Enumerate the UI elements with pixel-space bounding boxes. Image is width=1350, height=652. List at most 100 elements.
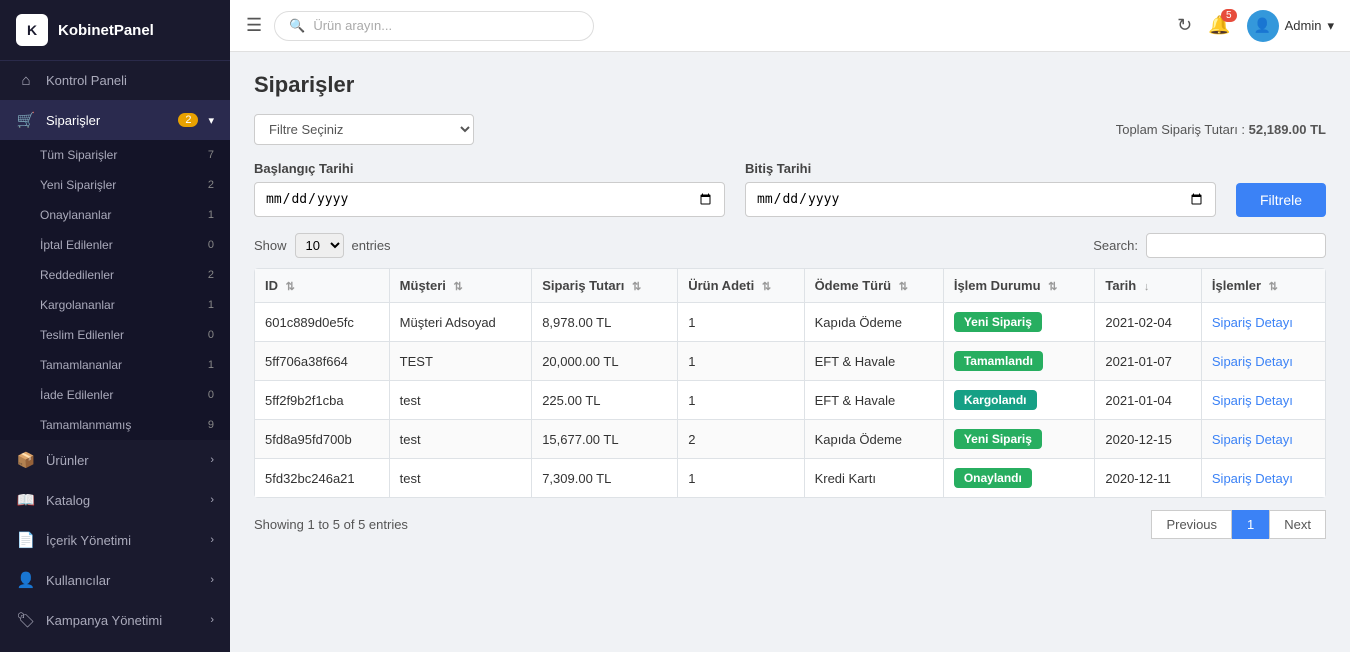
cell-islemler[interactable]: Sipariş Detayı — [1201, 420, 1325, 459]
sub-item-iptal[interactable]: İptal Edilenler 0 — [0, 230, 230, 260]
filter-button[interactable]: Filtrele — [1236, 183, 1326, 217]
cell-tarih: 2021-02-04 — [1095, 303, 1202, 342]
cell-musteri: test — [389, 420, 532, 459]
sub-item-teslim[interactable]: Teslim Edilenler 0 — [0, 320, 230, 350]
detail-link[interactable]: Sipariş Detayı — [1212, 471, 1293, 486]
sub-item-label: Tamamlananlar — [40, 358, 122, 372]
refresh-icon[interactable]: ↻ — [1177, 15, 1192, 36]
sort-icon: ⇅ — [899, 281, 908, 293]
sub-item-yeni[interactable]: Yeni Siparişler 2 — [0, 170, 230, 200]
table-body: 601c889d0e5fc Müşteri Adsoyad 8,978.00 T… — [255, 303, 1326, 498]
sub-item-label: Teslim Edilenler — [40, 328, 124, 342]
chevron-right-icon: › — [210, 574, 214, 586]
col-adet[interactable]: Ürün Adeti ⇅ — [678, 269, 804, 303]
cell-tarih: 2020-12-15 — [1095, 420, 1202, 459]
sub-item-kargolananlar[interactable]: Kargolananlar 1 — [0, 290, 230, 320]
notification-icon[interactable]: 🔔 5 — [1208, 15, 1230, 36]
logo-text: KobinetPanel — [58, 22, 154, 39]
sidebar-item-katalog[interactable]: 📖 Katalog › — [0, 480, 230, 520]
cell-tutar: 225.00 TL — [532, 381, 678, 420]
show-entries: Show 10 25 50 entries — [254, 233, 391, 258]
cell-adet: 1 — [678, 381, 804, 420]
sub-item-onaylananlar[interactable]: Onaylananlar 1 — [0, 200, 230, 230]
previous-button[interactable]: Previous — [1151, 510, 1232, 539]
table-row: 5fd8a95fd700b test 15,677.00 TL 2 Kapıda… — [255, 420, 1326, 459]
col-odeme[interactable]: Ödeme Türü ⇅ — [804, 269, 943, 303]
sub-item-count: 1 — [208, 359, 214, 371]
detail-link[interactable]: Sipariş Detayı — [1212, 354, 1293, 369]
pagination: Previous 1 Next — [1151, 510, 1326, 539]
sidebar-item-kontrol[interactable]: ⌂ Kontrol Paneli — [0, 61, 230, 100]
status-badge: Kargolandı — [954, 390, 1037, 410]
sub-item-tamamlanmamis[interactable]: Tamamlanmamış 9 — [0, 410, 230, 440]
sub-item-reddedilenler[interactable]: Reddedilenler 2 — [0, 260, 230, 290]
sort-icon: ⇅ — [1048, 281, 1057, 293]
col-musteri[interactable]: Müşteri ⇅ — [389, 269, 532, 303]
detail-link[interactable]: Sipariş Detayı — [1212, 432, 1293, 447]
detail-link[interactable]: Sipariş Detayı — [1212, 315, 1293, 330]
date-row: Başlangıç Tarihi Bitiş Tarihi Filtrele — [254, 161, 1326, 217]
cell-odeme: Kapıda Ödeme — [804, 303, 943, 342]
cell-id: 5ff706a38f664 — [255, 342, 390, 381]
start-date-label: Başlangıç Tarihi — [254, 161, 725, 176]
chevron-right-icon: › — [210, 614, 214, 626]
end-date-label: Bitiş Tarihi — [745, 161, 1216, 176]
table-row: 601c889d0e5fc Müşteri Adsoyad 8,978.00 T… — [255, 303, 1326, 342]
table-search-input[interactable] — [1146, 233, 1326, 258]
sidebar-item-label: Kontrol Paneli — [46, 73, 214, 88]
filter-select[interactable]: Filtre Seçiniz — [254, 114, 474, 145]
status-badge: Tamamlandı — [954, 351, 1043, 371]
cell-id: 5fd8a95fd700b — [255, 420, 390, 459]
col-tutar[interactable]: Sipariş Tutarı ⇅ — [532, 269, 678, 303]
total-label: Toplam Sipariş Tutarı : — [1116, 122, 1245, 137]
search-input[interactable] — [313, 18, 579, 33]
sidebar-item-urunler[interactable]: 📦 Ürünler › — [0, 440, 230, 480]
hamburger-icon[interactable]: ☰ — [246, 15, 262, 36]
col-tarih[interactable]: Tarih ↓ — [1095, 269, 1202, 303]
cell-tutar: 8,978.00 TL — [532, 303, 678, 342]
sub-item-label: Onaylananlar — [40, 208, 111, 222]
chevron-down-icon: ▾ — [1327, 18, 1334, 34]
col-id[interactable]: ID ⇅ — [255, 269, 390, 303]
admin-menu[interactable]: 👤 Admin ▾ — [1247, 10, 1334, 42]
start-date-input[interactable] — [254, 182, 725, 217]
end-date-group: Bitiş Tarihi — [745, 161, 1216, 217]
doc-icon: 📄 — [16, 531, 36, 549]
cell-id: 601c889d0e5fc — [255, 303, 390, 342]
entries-select[interactable]: 10 25 50 — [295, 233, 344, 258]
col-islemler[interactable]: İşlemler ⇅ — [1201, 269, 1325, 303]
sidebar-item-kampanya[interactable]: 🏷 Kampanya Yönetimi › — [0, 600, 230, 640]
page-1-button[interactable]: 1 — [1232, 510, 1269, 539]
sort-icon: ⇅ — [1269, 281, 1278, 293]
sidebar-item-siparisler[interactable]: 🛒 Siparişler 2 ▾ — [0, 100, 230, 140]
sub-item-tamamlananlar[interactable]: Tamamlananlar 1 — [0, 350, 230, 380]
cell-islemler[interactable]: Sipariş Detayı — [1201, 342, 1325, 381]
entries-label: entries — [352, 238, 391, 253]
cell-tutar: 15,677.00 TL — [532, 420, 678, 459]
sub-item-tum[interactable]: Tüm Siparişler 7 — [0, 140, 230, 170]
col-durum[interactable]: İşlem Durumu ⇅ — [943, 269, 1095, 303]
sidebar-logo[interactable]: K KobinetPanel — [0, 0, 230, 61]
cell-durum: Yeni Sipariş — [943, 303, 1095, 342]
sub-item-iade[interactable]: İade Edilenler 0 — [0, 380, 230, 410]
notification-badge: 5 — [1221, 9, 1237, 22]
cell-islemler[interactable]: Sipariş Detayı — [1201, 303, 1325, 342]
cell-islemler[interactable]: Sipariş Detayı — [1201, 381, 1325, 420]
cart-icon: 🛒 — [16, 111, 36, 129]
table-row: 5fd32bc246a21 test 7,309.00 TL 1 Kredi K… — [255, 459, 1326, 498]
sub-item-label: İade Edilenler — [40, 388, 113, 402]
sidebar-item-kullanicilar[interactable]: 👤 Kullanıcılar › — [0, 560, 230, 600]
end-date-input[interactable] — [745, 182, 1216, 217]
search-box[interactable]: 🔍 — [274, 11, 594, 41]
total-value: 52,189.00 TL — [1249, 122, 1326, 137]
sidebar-item-icerik[interactable]: 📄 İçerik Yönetimi › — [0, 520, 230, 560]
cell-adet: 1 — [678, 342, 804, 381]
main-area: ☰ 🔍 ↻ 🔔 5 👤 Admin ▾ Siparişler Filtre Se… — [230, 0, 1350, 652]
cell-odeme: Kredi Kartı — [804, 459, 943, 498]
tag-icon: 🏷 — [16, 611, 36, 629]
table-row: 5ff2f9b2f1cba test 225.00 TL 1 EFT & Hav… — [255, 381, 1326, 420]
detail-link[interactable]: Sipariş Detayı — [1212, 393, 1293, 408]
cell-islemler[interactable]: Sipariş Detayı — [1201, 459, 1325, 498]
sidebar-nav: ⌂ Kontrol Paneli 🛒 Siparişler 2 ▾ Tüm Si… — [0, 61, 230, 652]
next-button[interactable]: Next — [1269, 510, 1326, 539]
